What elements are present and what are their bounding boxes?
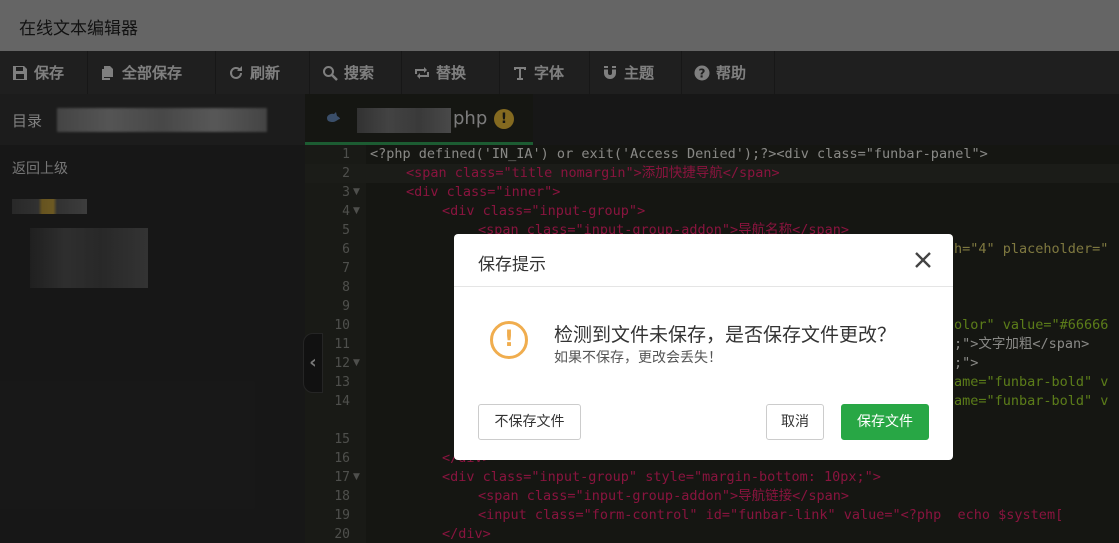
dialog-header: 保存提示 [454,234,953,287]
dialog-sub-message: 如果不保存，更改会丢失！ [554,350,722,366]
dialog-message: 检测到文件未保存，是否保存文件更改？ [554,324,897,346]
save-prompt-dialog: 保存提示 ! 检测到文件未保存，是否保存文件更改？ 如果不保存，更改会丢失！ 不… [454,234,953,460]
close-icon[interactable] [912,249,934,271]
dialog-title: 保存提示 [478,255,546,275]
cancel-button[interactable]: 取消 [766,404,824,440]
save-file-button[interactable]: 保存文件 [841,404,929,440]
dont-save-button[interactable]: 不保存文件 [478,404,581,440]
warning-icon: ! [490,321,528,359]
